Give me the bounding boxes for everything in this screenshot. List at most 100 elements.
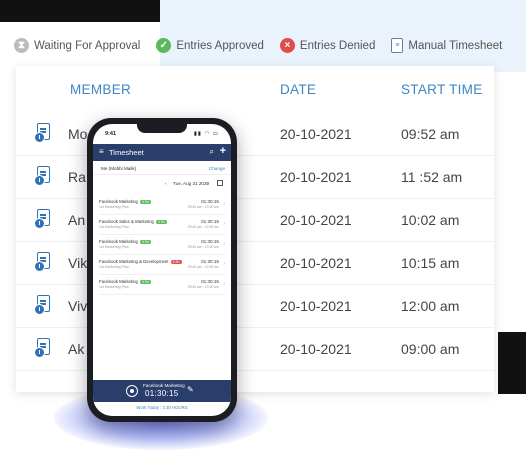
entry-subtitle: 1st Marketing Plan xyxy=(99,265,129,269)
start-time-cell: 10:15 am xyxy=(401,255,460,271)
add-icon[interactable]: + xyxy=(220,145,226,157)
entry-subtitle: 1st Marketing Plan xyxy=(99,205,129,209)
date-cell: 20-10-2021 xyxy=(280,341,352,357)
entry-range: 09:45 am - 10:30 am xyxy=(187,205,219,209)
chevron-right-icon: › xyxy=(223,201,225,207)
member-header[interactable]: MEMBER xyxy=(70,82,131,97)
edit-icon[interactable]: ✎ xyxy=(187,385,194,394)
running-timer-bar: Facebook Marketing 01:30:15 ✎ xyxy=(93,380,231,402)
entry-subtitle: 1st Marketing Plan xyxy=(99,225,129,229)
member-cell: Ra xyxy=(68,169,86,185)
date-navigator: ‹ Tue, Aug 31 2020 › xyxy=(93,178,231,190)
stop-timer-button[interactable] xyxy=(126,385,138,397)
member-cell: Mo xyxy=(68,126,88,142)
entry-hours-badge: 4.5h xyxy=(139,240,151,244)
legend-waiting: ⧗ Waiting For Approval xyxy=(14,38,140,53)
manual-entry-icon xyxy=(34,295,52,317)
start-time-cell: 09:00 am xyxy=(401,341,460,357)
user-selector[interactable]: Me (Mobbi Malik) Change xyxy=(93,161,231,175)
entry-range: 09:45 am - 10:30 am xyxy=(187,245,219,249)
entry-duration: 01:30:15 xyxy=(201,239,219,244)
manual-entry-icon xyxy=(34,166,52,188)
member-cell: Vik xyxy=(68,255,88,271)
change-user-link[interactable]: Change xyxy=(209,166,225,171)
entry-subtitle: 1st Marketing Plan xyxy=(99,245,129,249)
status-time: 9:41 xyxy=(105,131,117,137)
next-day-icon[interactable]: › xyxy=(207,181,209,186)
timer-task-name: Facebook Marketing xyxy=(143,383,185,388)
member-cell: An xyxy=(68,212,86,228)
legend-label: Entries Denied xyxy=(299,39,376,52)
start-time-header[interactable]: START TIME xyxy=(401,82,483,97)
date-cell: 20-10-2021 xyxy=(280,126,352,142)
entry-range: 09:45 am - 10:30 am xyxy=(187,225,219,229)
start-time-cell: 12:00 am xyxy=(401,298,460,314)
entry-range: 09:45 am - 10:30 am xyxy=(187,285,219,289)
start-time-cell: 11 :52 am xyxy=(401,169,463,185)
legend-denied: × Entries Denied xyxy=(279,38,376,53)
entry-hours-badge: 4.5h xyxy=(139,200,151,204)
check-icon: ✓ xyxy=(156,38,172,53)
time-entry[interactable]: Facebook Marketing & Development 4.5h 1st… xyxy=(99,256,225,275)
manual-entry-icon xyxy=(34,123,52,145)
entry-name: Facebook Marketing xyxy=(99,239,138,244)
time-entry[interactable]: Facebook Marketing 4.5h 1st Marketing Pla… xyxy=(99,236,225,255)
entry-hours-badge: 4.5h xyxy=(139,280,151,284)
entry-subtitle: 1st Marketing Plan xyxy=(99,285,129,289)
prev-day-icon[interactable]: ‹ xyxy=(165,181,167,186)
entry-range: 09:45 am - 10:30 am xyxy=(187,265,219,269)
chevron-right-icon: › xyxy=(223,281,225,287)
date-cell: 20-10-2021 xyxy=(280,298,352,314)
phone-mockup: 9:41 ▮▮ ◠ ▭ ≡ Timesheet ⌕ + Me (Mobbi Ma… xyxy=(87,118,237,422)
search-icon[interactable]: ⌕ xyxy=(210,147,214,157)
entry-hours-badge: 4.5h xyxy=(155,220,167,224)
chevron-right-icon: › xyxy=(223,221,225,227)
manual-entry-icon xyxy=(34,252,52,274)
app-title: Timesheet xyxy=(109,148,144,157)
legend-label: Entries Approved xyxy=(176,39,264,52)
entry-name: Facebook Marketing & Development xyxy=(99,259,169,264)
user-name: Me (Mobbi Malik) xyxy=(101,166,137,171)
legend-approved: ✓ Entries Approved xyxy=(156,38,264,53)
entry-name: Facebook Marketing xyxy=(99,279,138,284)
start-time-cell: 10:02 am xyxy=(401,212,460,228)
timer-elapsed: 01:30:15 xyxy=(145,389,179,398)
time-entry[interactable]: Facebook Marketing 4.5h 1st Marketing Pla… xyxy=(99,196,225,215)
date-cell: 20-10-2021 xyxy=(280,169,352,185)
entry-duration: 01:30:15 xyxy=(201,279,219,284)
signal-battery-icon: ▮▮ ◠ ▭ xyxy=(193,131,219,137)
chevron-right-icon: › xyxy=(223,241,225,247)
manual-entry-icon xyxy=(34,209,52,231)
status-legend: ⧗ Waiting For Approval ✓ Entries Approve… xyxy=(14,38,502,53)
chevron-right-icon: › xyxy=(223,261,225,267)
phone-status-bar: 9:41 ▮▮ ◠ ▭ xyxy=(93,124,231,144)
document-icon: ≡ xyxy=(391,38,404,53)
date-cell: 20-10-2021 xyxy=(280,212,352,228)
date-cell: 20-10-2021 xyxy=(280,255,352,271)
entry-duration: 01:30:15 xyxy=(201,199,219,204)
app-header: ≡ Timesheet ⌕ + xyxy=(93,144,231,161)
background-block xyxy=(498,332,526,394)
member-cell: Viv xyxy=(68,298,88,314)
background-block xyxy=(160,0,526,72)
date-header[interactable]: DATE xyxy=(280,82,316,97)
entry-duration: 01:30:15 xyxy=(201,259,219,264)
time-entry[interactable]: Facebook Marketing 4.5h 1st Marketing Pla… xyxy=(99,276,225,295)
phone-screen: 9:41 ▮▮ ◠ ▭ ≡ Timesheet ⌕ + Me (Mobbi Ma… xyxy=(93,124,231,416)
member-cell: Ak xyxy=(68,341,85,357)
calendar-icon[interactable] xyxy=(217,180,223,186)
legend-manual: ≡ Manual Timesheet xyxy=(391,38,502,53)
entry-hours-badge: 4.5h xyxy=(170,260,182,264)
entry-name: Facebook Marketing xyxy=(99,199,138,204)
entry-name: Facebook Sales & Marketing xyxy=(99,219,154,224)
hourglass-icon: ⧗ xyxy=(14,38,29,53)
background-block xyxy=(0,0,160,22)
start-time-cell: 09:52 am xyxy=(401,126,460,142)
work-today-summary: Work Today : 2:30 HOURS xyxy=(136,405,188,410)
entry-duration: 01:30:15 xyxy=(201,219,219,224)
menu-icon[interactable]: ≡ xyxy=(99,148,104,156)
time-entry[interactable]: Facebook Sales & Marketing 4.5h 1st Marke… xyxy=(99,216,225,235)
current-date: Tue, Aug 31 2020 xyxy=(173,181,210,186)
legend-label: Manual Timesheet xyxy=(408,39,503,52)
legend-label: Waiting For Approval xyxy=(34,39,141,52)
